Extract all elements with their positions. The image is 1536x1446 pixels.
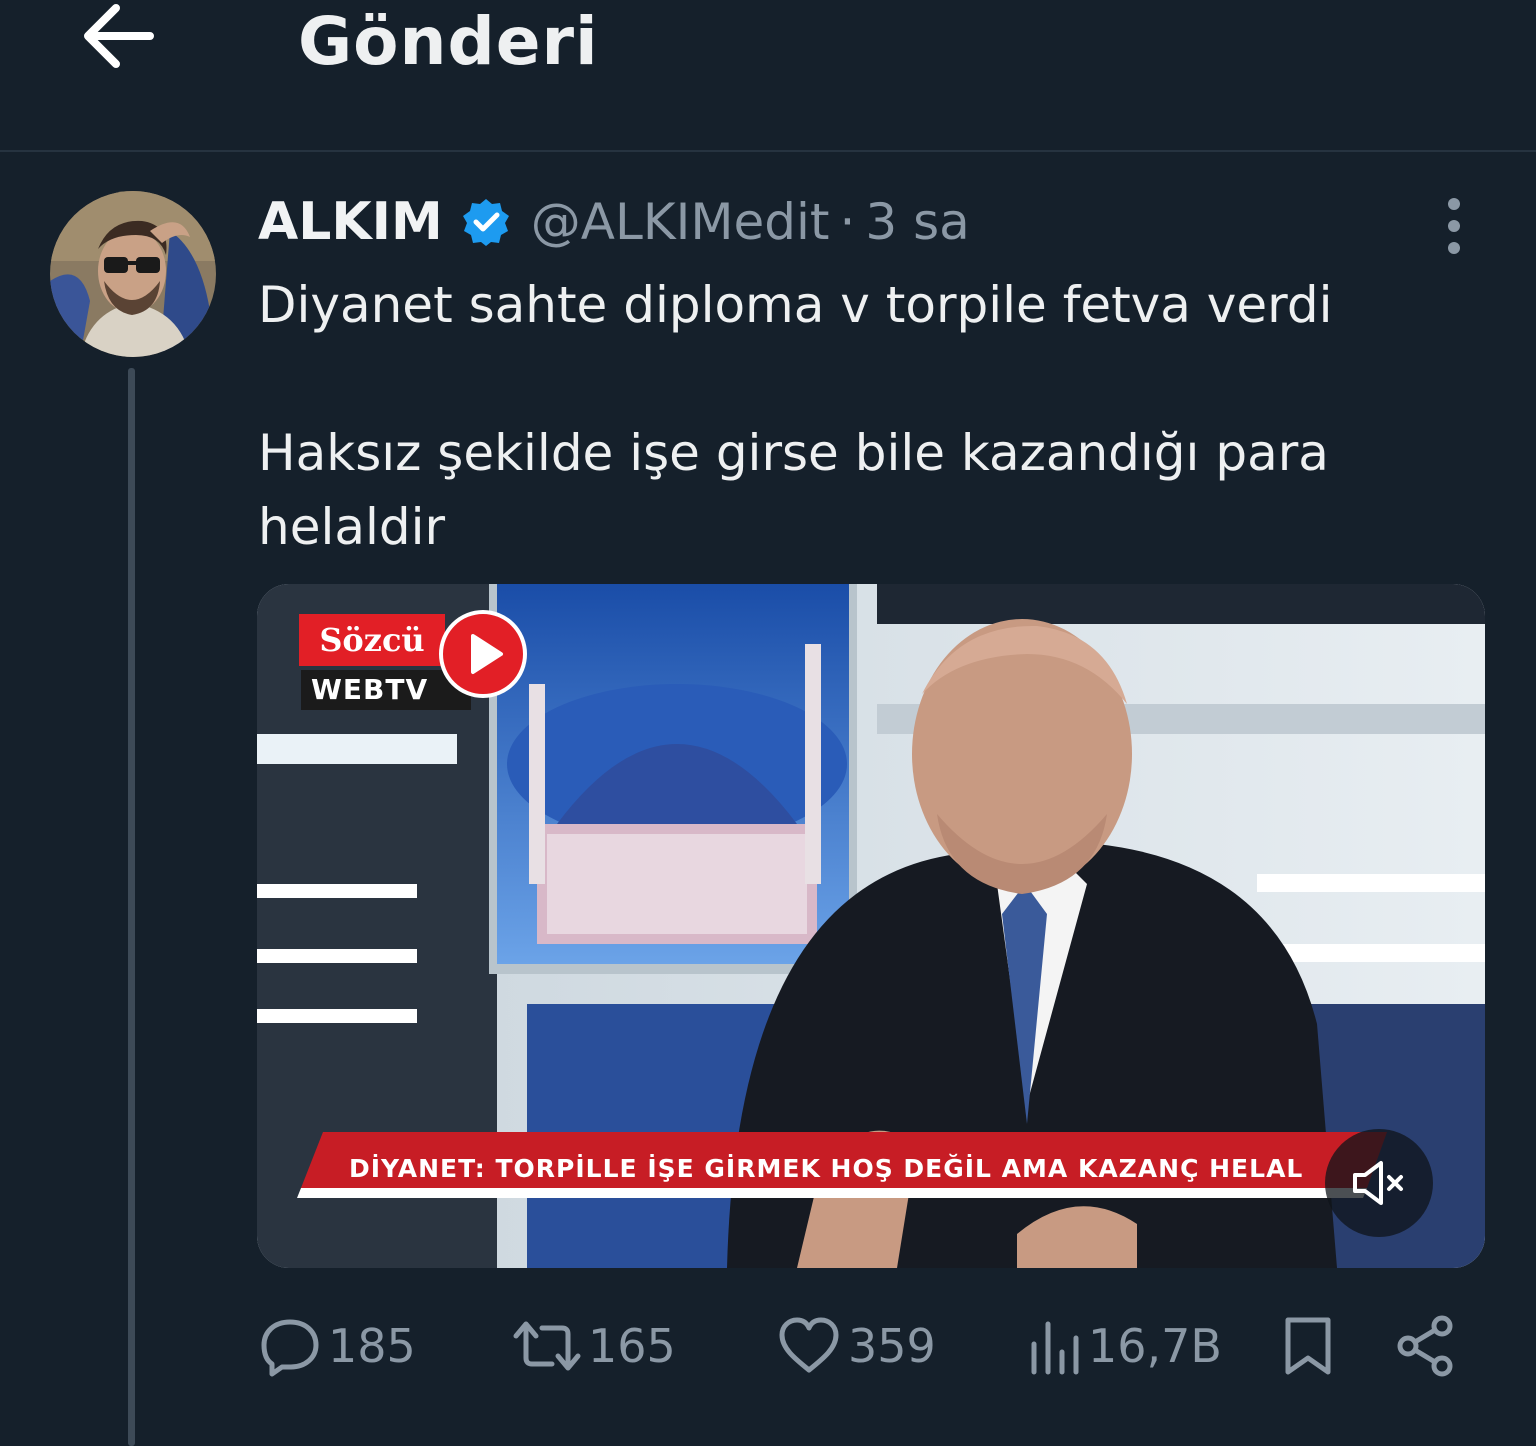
share-icon <box>1397 1315 1453 1377</box>
views-chart-icon <box>1031 1321 1079 1375</box>
arrow-left-icon <box>84 4 154 68</box>
play-logo-icon <box>439 610 527 698</box>
separator-dot: · <box>839 193 856 251</box>
author-handle[interactable]: @ALKIMedit <box>531 193 830 251</box>
mute-button[interactable] <box>1325 1129 1433 1237</box>
like-count: 359 <box>848 1319 936 1373</box>
tweet-detail-page: Gönderi ALKIM @ALKIMedit · 3 sa Diyanet … <box>0 0 1536 1446</box>
views-count: 16,7B <box>1088 1319 1222 1373</box>
more-vertical-icon <box>1448 198 1460 254</box>
page-title: Gönderi <box>298 3 599 80</box>
tweet-time[interactable]: 3 sa <box>865 193 969 251</box>
more-options-button[interactable] <box>1432 196 1476 256</box>
logo-top-text: Sözcü <box>299 614 445 666</box>
tweet-author-row: ALKIM @ALKIMedit · 3 sa <box>258 188 970 256</box>
retweet-count: 165 <box>588 1319 676 1373</box>
reply-button[interactable]: 185 <box>258 1310 416 1382</box>
avatar[interactable] <box>50 191 216 357</box>
tweet-actions-bar: 185 165 359 16,7B <box>258 1310 1458 1382</box>
views-button[interactable]: 16,7B <box>1026 1310 1222 1382</box>
back-button[interactable] <box>78 0 158 72</box>
retweet-icon <box>513 1321 581 1371</box>
video-caption: DİYANET: TORPİLLE İŞE GİRMEK HOŞ DEĞİL A… <box>349 1154 1304 1183</box>
avatar-photo <box>50 191 216 357</box>
like-button[interactable]: 359 <box>776 1310 936 1382</box>
reply-count: 185 <box>328 1319 416 1373</box>
thread-line <box>128 368 135 1446</box>
video-player[interactable]: Sözcü WEBTV DİYANET: TORPİLLE İŞE GİRMEK… <box>257 584 1485 1268</box>
tweet-text-line: Diyanet sahte diploma v torpile fetva ve… <box>258 276 1333 334</box>
author-display-name[interactable]: ALKIM <box>258 192 443 252</box>
top-bar: Gönderi <box>0 0 1536 152</box>
heart-icon <box>779 1317 839 1373</box>
verified-badge-icon <box>461 197 511 247</box>
share-button[interactable] <box>1394 1310 1458 1382</box>
tweet-text: Diyanet sahte diploma v torpile fetva ve… <box>258 268 1478 564</box>
volume-muted-icon <box>1353 1161 1403 1205</box>
bookmark-button[interactable] <box>1280 1310 1336 1382</box>
retweet-button[interactable]: 165 <box>512 1310 676 1382</box>
bookmark-icon <box>1285 1317 1331 1375</box>
reply-icon <box>261 1319 319 1377</box>
tweet-text-line: Haksız şekilde işe girse bile kazandığı … <box>258 424 1329 556</box>
